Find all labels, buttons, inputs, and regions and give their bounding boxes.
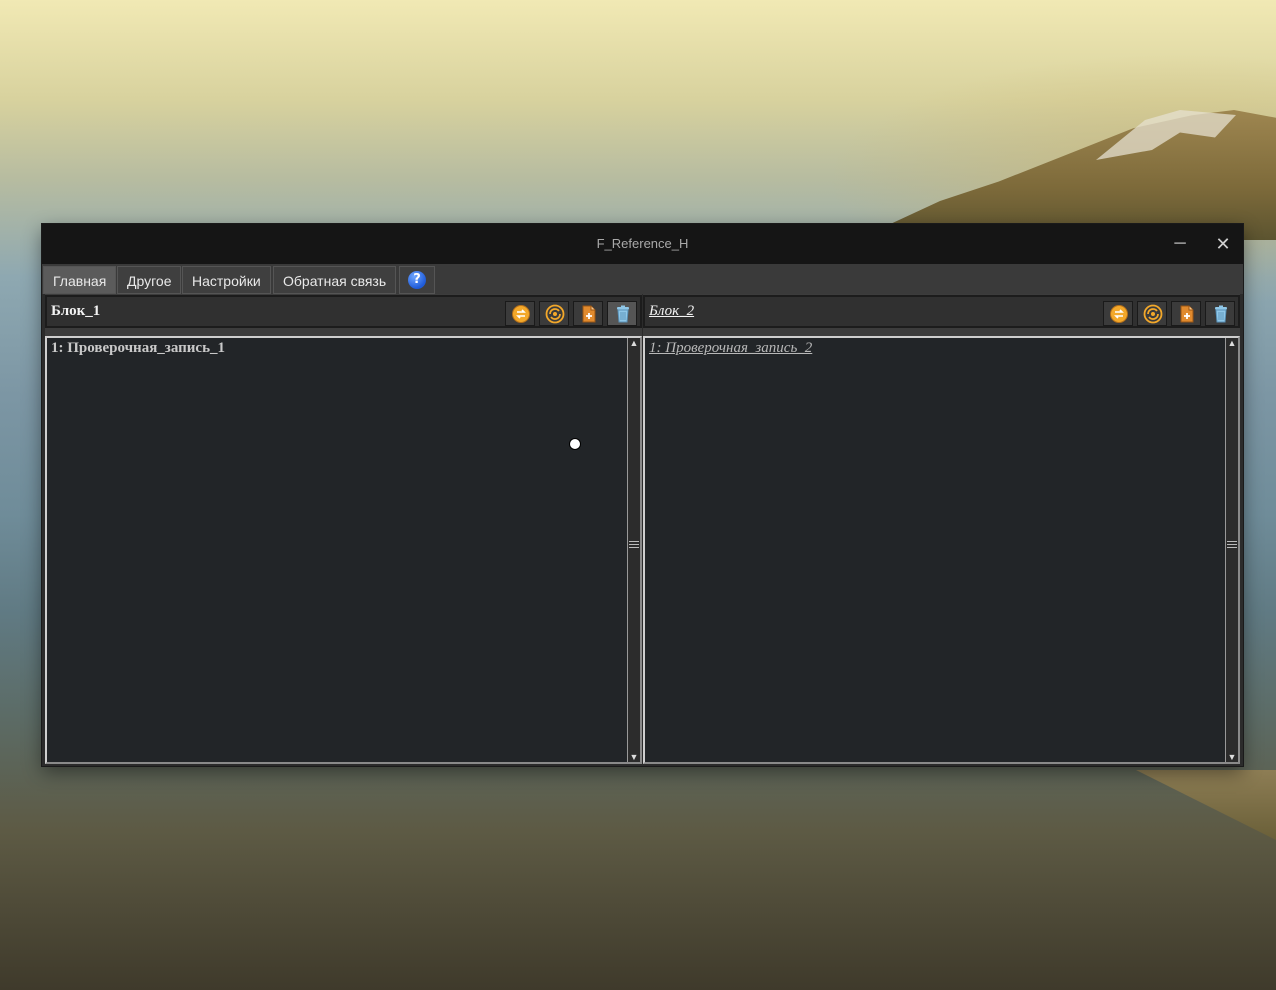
panel-header: Блок_1	[45, 295, 642, 328]
tab-other[interactable]: Другое	[117, 266, 182, 294]
tab-bar: Главная Другое Настройки Обратная связь …	[42, 264, 1243, 294]
panel-title: Блок_1	[51, 303, 101, 319]
trash-icon	[617, 305, 629, 323]
minimize-button[interactable]: ─	[1168, 232, 1192, 256]
entries-list[interactable]: 1: Проверочная_запись_1 ▲ ▼	[45, 336, 642, 764]
scroll-down-arrow-icon[interactable]: ▼	[629, 752, 639, 762]
close-button[interactable]: ✕	[1211, 232, 1235, 256]
window-title: F_Reference_H	[596, 236, 689, 251]
refresh-button[interactable]	[1137, 301, 1167, 326]
lake-reflection	[1136, 770, 1276, 840]
swap-icon	[512, 305, 530, 323]
tab-feedback[interactable]: Обратная связь	[273, 266, 397, 294]
swap-icon	[1110, 305, 1128, 323]
trash-icon	[1215, 305, 1227, 323]
refresh-icon	[545, 304, 565, 324]
list-item[interactable]: 1: Проверочная_запись_2	[649, 340, 812, 357]
panel-block-2: Блок_2 1: Проверочная_запись_2 ▲ ▼	[643, 294, 1240, 764]
scroll-up-arrow-icon[interactable]: ▲	[629, 338, 639, 348]
add-document-icon	[1180, 305, 1194, 323]
scroll-down-arrow-icon[interactable]: ▼	[1227, 752, 1237, 762]
swap-button[interactable]	[1103, 301, 1133, 326]
scroll-up-arrow-icon[interactable]: ▲	[1227, 338, 1237, 348]
vertical-scrollbar[interactable]: ▲ ▼	[627, 338, 640, 762]
vertical-scrollbar[interactable]: ▲ ▼	[1225, 338, 1238, 762]
title-bar[interactable]: F_Reference_H ─ ✕	[42, 224, 1243, 264]
scroll-grip[interactable]	[629, 541, 639, 549]
mouse-cursor-icon	[569, 438, 581, 450]
delete-button[interactable]	[607, 301, 637, 326]
add-document-button[interactable]	[573, 301, 603, 326]
refresh-button[interactable]	[539, 301, 569, 326]
tab-settings[interactable]: Настройки	[182, 266, 271, 294]
panel-title: Блок_2	[649, 303, 695, 319]
scroll-grip[interactable]	[1227, 541, 1237, 549]
tab-help[interactable]: ?	[399, 266, 435, 294]
swap-button[interactable]	[505, 301, 535, 326]
refresh-icon	[1143, 304, 1163, 324]
list-item[interactable]: 1: Проверочная_запись_1	[51, 340, 225, 357]
app-window: F_Reference_H ─ ✕ Главная Другое Настрой…	[42, 224, 1243, 766]
add-document-button[interactable]	[1171, 301, 1201, 326]
delete-button[interactable]	[1205, 301, 1235, 326]
entries-list[interactable]: 1: Проверочная_запись_2 ▲ ▼	[643, 336, 1240, 764]
panel-block-1: Блок_1 1: Проверочная_запись_1 ▲ ▼	[45, 294, 642, 764]
add-document-icon	[582, 305, 596, 323]
help-icon: ?	[408, 271, 426, 289]
tab-main[interactable]: Главная	[43, 266, 117, 294]
panel-header: Блок_2	[643, 295, 1240, 328]
